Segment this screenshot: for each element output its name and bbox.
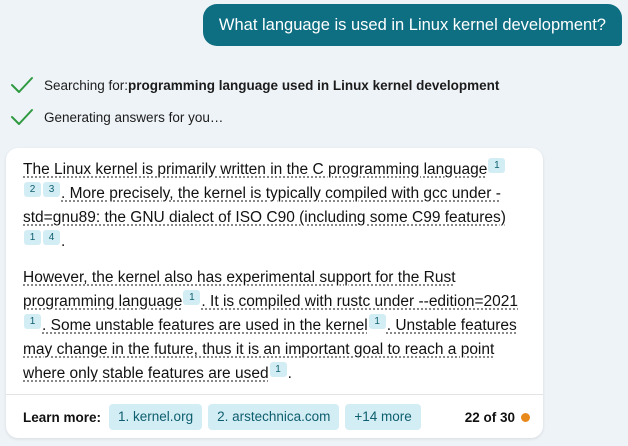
citation-link[interactable]: 1 [24, 314, 41, 329]
checkmark-icon [11, 109, 33, 125]
citation-link[interactable]: 1 [183, 290, 201, 305]
turn-counter: 22 of 30 [464, 409, 515, 425]
answer-text: The Linux kernel is primarily written in… [23, 161, 488, 178]
answer-text: . [61, 233, 66, 250]
citation-link[interactable]: 2 [24, 182, 41, 197]
citation-link[interactable]: 1 [488, 158, 506, 173]
answer-text: . [287, 365, 292, 382]
orange-dot-icon [521, 412, 530, 422]
citation-link[interactable]: 1 [24, 230, 41, 245]
status-searching-label: Searching for: [44, 77, 129, 93]
answer-body: The Linux kernel is primarily written in… [23, 158, 528, 386]
answer-text: . Some unstable features are used in the… [42, 317, 368, 334]
checkmark-icon [11, 77, 33, 93]
status-generating: Generating answers for you… [10, 107, 223, 127]
answer-card: The Linux kernel is primarily written in… [6, 148, 543, 438]
answer-paragraph-2: However, the kernel also has experimenta… [23, 266, 528, 386]
source-link-arstechnica[interactable]: 2. arstechnica.com [208, 404, 340, 430]
learn-more-row: Learn more: 1. kernel.org 2. arstechnica… [23, 404, 530, 430]
more-sources-button[interactable]: +14 more [345, 404, 421, 430]
citation-link[interactable]: 4 [43, 230, 60, 245]
citation-link[interactable]: 1 [368, 314, 386, 329]
status-search-query: programming language used in Linux kerne… [128, 77, 500, 93]
answer-paragraph-1: The Linux kernel is primarily written in… [23, 158, 528, 254]
card-divider [6, 394, 543, 395]
citation-link[interactable]: 1 [269, 362, 287, 377]
answer-text: . More precisely, the kernel is typicall… [23, 185, 506, 226]
citation-link[interactable]: 3 [43, 182, 60, 197]
status-generating-label: Generating answers for you… [44, 109, 224, 125]
status-searching: Searching for: programming language used… [10, 75, 499, 95]
answer-text: . It is compiled with rustc under --edit… [201, 293, 519, 310]
user-message-text: What language is used in Linux kernel de… [218, 15, 606, 34]
learn-more-label: Learn more: [23, 409, 102, 425]
user-message-bubble: What language is used in Linux kernel de… [202, 4, 622, 46]
source-link-kernel-org[interactable]: 1. kernel.org [109, 404, 203, 430]
